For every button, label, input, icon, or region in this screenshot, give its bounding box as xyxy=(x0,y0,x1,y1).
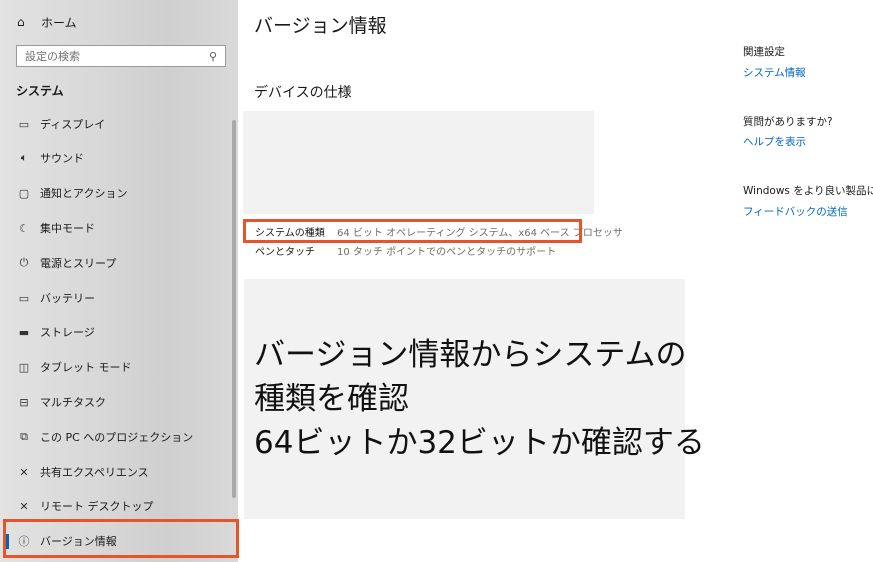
sidebar-item-label: バッテリー xyxy=(40,292,95,305)
highlight-box-system-type xyxy=(243,219,582,243)
sidebar-item-label: 電源とスリープ xyxy=(40,257,117,270)
tablet-icon: ◫ xyxy=(18,360,30,374)
sidebar-item-label: リモート デスクトップ xyxy=(40,500,154,513)
feedback-link[interactable]: フィードバックの送信 xyxy=(743,204,848,219)
spec-key: ペンとタッチ xyxy=(255,246,315,258)
sidebar-item-remote[interactable]: ✕ リモート デスクトップ xyxy=(0,492,238,520)
improve-windows-heading: Windows をより良い製品に xyxy=(743,185,873,197)
remote-icon: ✕ xyxy=(19,499,29,513)
sidebar-item-label: サウンド xyxy=(40,152,84,165)
sidebar-item-notifications[interactable]: ▢ 通知とアクション xyxy=(0,179,238,207)
section-heading-device-specs: デバイスの仕様 xyxy=(254,85,352,101)
callout-line: 種類を確認 xyxy=(254,381,409,417)
search-icon[interactable]: ⚲ xyxy=(209,50,217,63)
sidebar-item-battery[interactable]: ▭ バッテリー xyxy=(0,284,238,312)
spec-row-pen-touch: ペンとタッチ 10 タッチ ポイントでのペンとタッチのサポート xyxy=(255,242,556,258)
sidebar-item-storage[interactable]: ▬ ストレージ xyxy=(0,318,238,346)
system-info-link[interactable]: システム情報 xyxy=(743,65,806,80)
multitask-icon: ⊟ xyxy=(19,395,29,409)
display-icon: ▭ xyxy=(18,117,30,131)
battery-icon: ▭ xyxy=(18,291,30,305)
sidebar-item-label: マルチタスク xyxy=(40,396,106,409)
sidebar-item-label: 共有エクスペリエンス xyxy=(40,466,149,479)
sidebar-item-projection[interactable]: ⧉ この PC へのプロジェクション xyxy=(0,423,238,451)
sidebar-scrollbar[interactable] xyxy=(232,120,236,498)
sidebar-item-focus[interactable]: ☾ 集中モード xyxy=(0,214,238,242)
search-placeholder: 設定の検索 xyxy=(25,50,80,63)
annotation-callout: バージョン情報からシステムの 種類を確認 64ビットか32ビットか確認する xyxy=(244,279,705,519)
home-icon: ⌂ xyxy=(17,15,25,29)
spec-value: 10 タッチ ポイントでのペンとタッチのサポート xyxy=(337,246,557,258)
related-settings-heading: 関連設定 xyxy=(743,46,785,58)
callout-line: バージョン情報からシステムの xyxy=(254,337,687,373)
nav-home-label: ホーム xyxy=(41,15,77,30)
sidebar-item-label: タブレット モード xyxy=(40,361,132,374)
sidebar-item-label: 集中モード xyxy=(40,222,95,235)
sidebar-item-power[interactable]: ⏻ 電源とスリープ xyxy=(0,249,238,277)
moon-icon: ☾ xyxy=(19,221,29,235)
redacted-area xyxy=(243,111,594,214)
sidebar-item-sound[interactable]: 🔈︎ サウンド xyxy=(0,144,238,172)
question-heading: 質問がありますか? xyxy=(743,116,833,128)
speaker-icon: 🔈︎ xyxy=(20,151,28,164)
highlight-box-about xyxy=(3,519,239,558)
share-icon: ✕ xyxy=(19,465,29,479)
callout-line: 64ビットか32ビットか確認する xyxy=(254,425,705,461)
notification-icon: ▢ xyxy=(18,186,30,200)
page-title: バージョン情報 xyxy=(254,15,387,37)
nav-home[interactable]: ⌂ ホーム xyxy=(17,13,77,31)
sidebar-item-label: 通知とアクション xyxy=(40,187,128,200)
sidebar-item-label: この PC へのプロジェクション xyxy=(40,431,194,444)
section-title: システム xyxy=(16,84,64,98)
sidebar-item-label: ディスプレイ xyxy=(40,118,106,131)
search-input[interactable]: 設定の検索 ⚲ xyxy=(16,45,226,67)
help-link[interactable]: ヘルプを表示 xyxy=(743,134,806,149)
sidebar-item-label: ストレージ xyxy=(40,326,95,339)
sidebar-item-tablet[interactable]: ◫ タブレット モード xyxy=(0,353,238,381)
projection-icon: ⧉ xyxy=(20,430,28,443)
sidebar-item-multitask[interactable]: ⊟ マルチタスク xyxy=(0,388,238,416)
power-icon: ⏻ xyxy=(19,256,29,269)
settings-sidebar: ⌂ ホーム 設定の検索 ⚲ システム ▭ ディスプレイ 🔈︎ サウンド ▢ 通知… xyxy=(0,0,238,562)
sidebar-item-display[interactable]: ▭ ディスプレイ xyxy=(0,110,238,138)
storage-icon: ▬ xyxy=(18,325,30,339)
sidebar-item-shared[interactable]: ✕ 共有エクスペリエンス xyxy=(0,458,238,486)
